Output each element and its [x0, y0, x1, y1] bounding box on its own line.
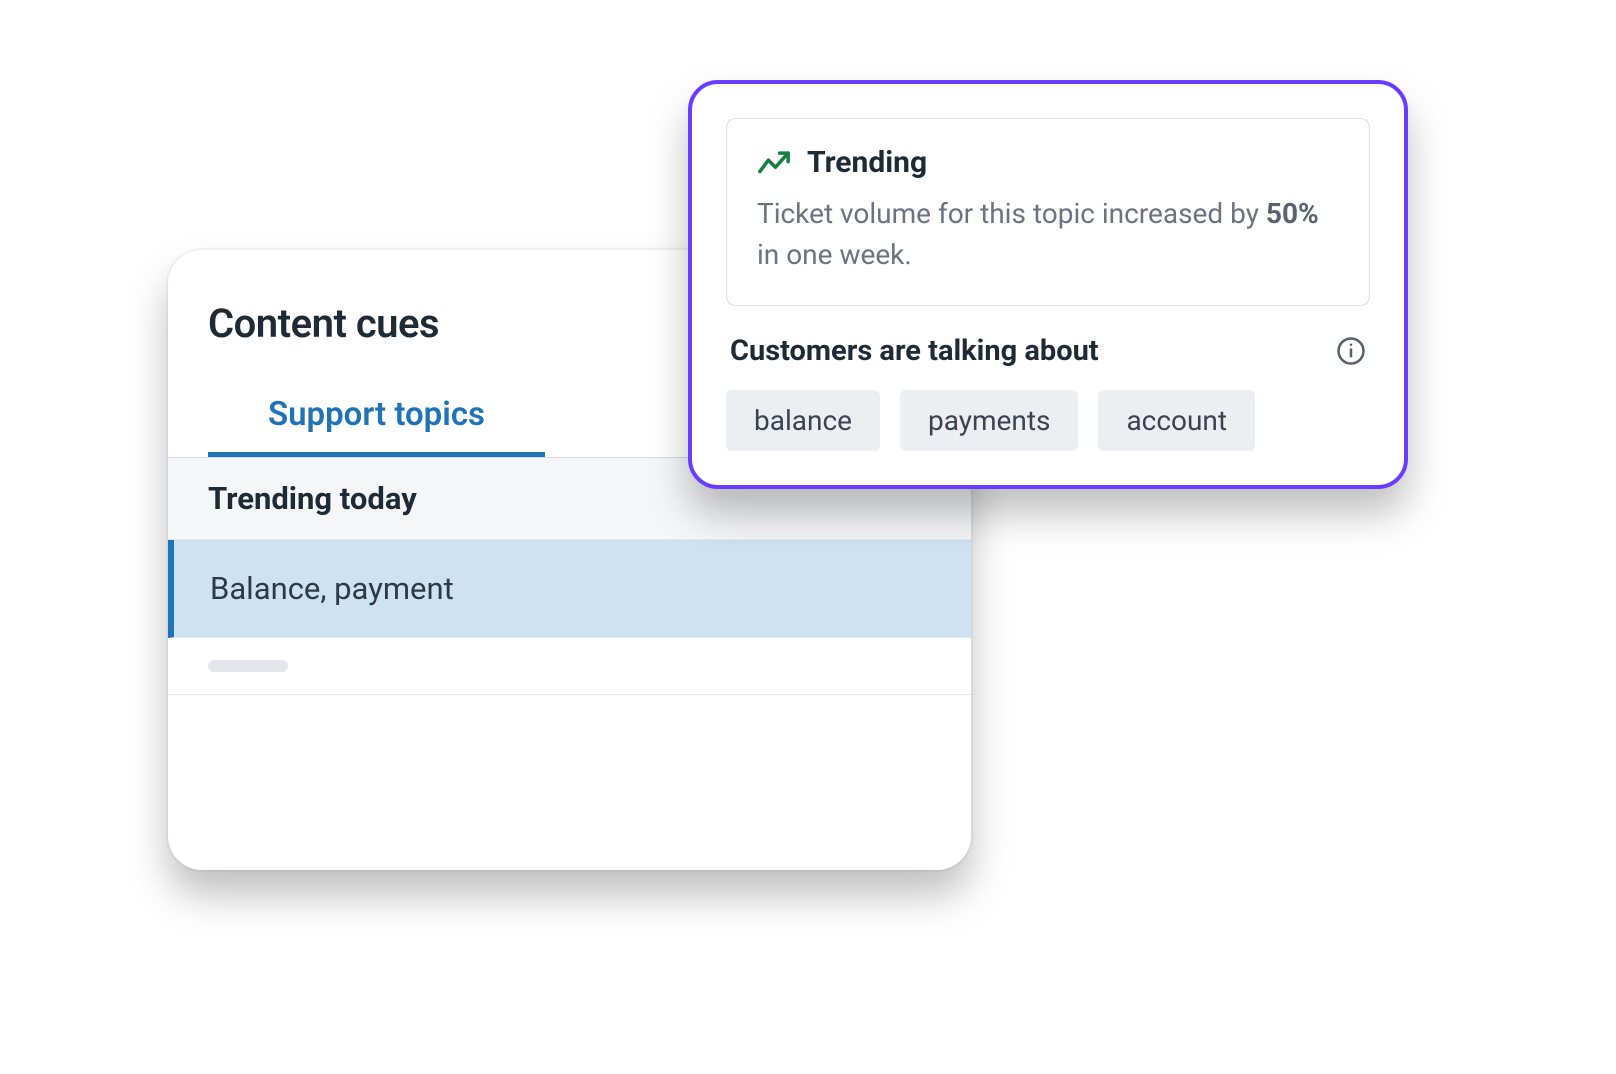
chip-account[interactable]: account	[1098, 390, 1255, 451]
trending-label: Trending	[807, 145, 927, 180]
trending-detail-popover: Trending Ticket volume for this topic in…	[688, 80, 1408, 489]
talking-about-row: Customers are talking about	[726, 334, 1370, 368]
topic-chips-row: balance payments account	[726, 390, 1370, 451]
chip-payments[interactable]: payments	[900, 390, 1078, 451]
topic-row-placeholder	[168, 638, 971, 695]
chip-balance[interactable]: balance	[726, 390, 880, 451]
trending-up-icon	[757, 148, 791, 178]
placeholder-bar	[208, 660, 288, 672]
trending-desc-value: 50%	[1266, 197, 1319, 230]
info-icon[interactable]	[1336, 336, 1366, 366]
trending-desc-suffix: in one week.	[757, 238, 912, 271]
talking-about-label: Customers are talking about	[730, 334, 1099, 368]
topic-row-selected[interactable]: Balance, payment	[168, 540, 971, 638]
trending-desc-prefix: Ticket volume for this topic increased b…	[757, 197, 1266, 230]
tab-support-topics[interactable]: Support topics	[208, 377, 545, 457]
trending-description: Ticket volume for this topic increased b…	[757, 194, 1339, 275]
trending-card: Trending Ticket volume for this topic in…	[726, 118, 1370, 306]
trending-card-header: Trending	[757, 145, 1339, 180]
